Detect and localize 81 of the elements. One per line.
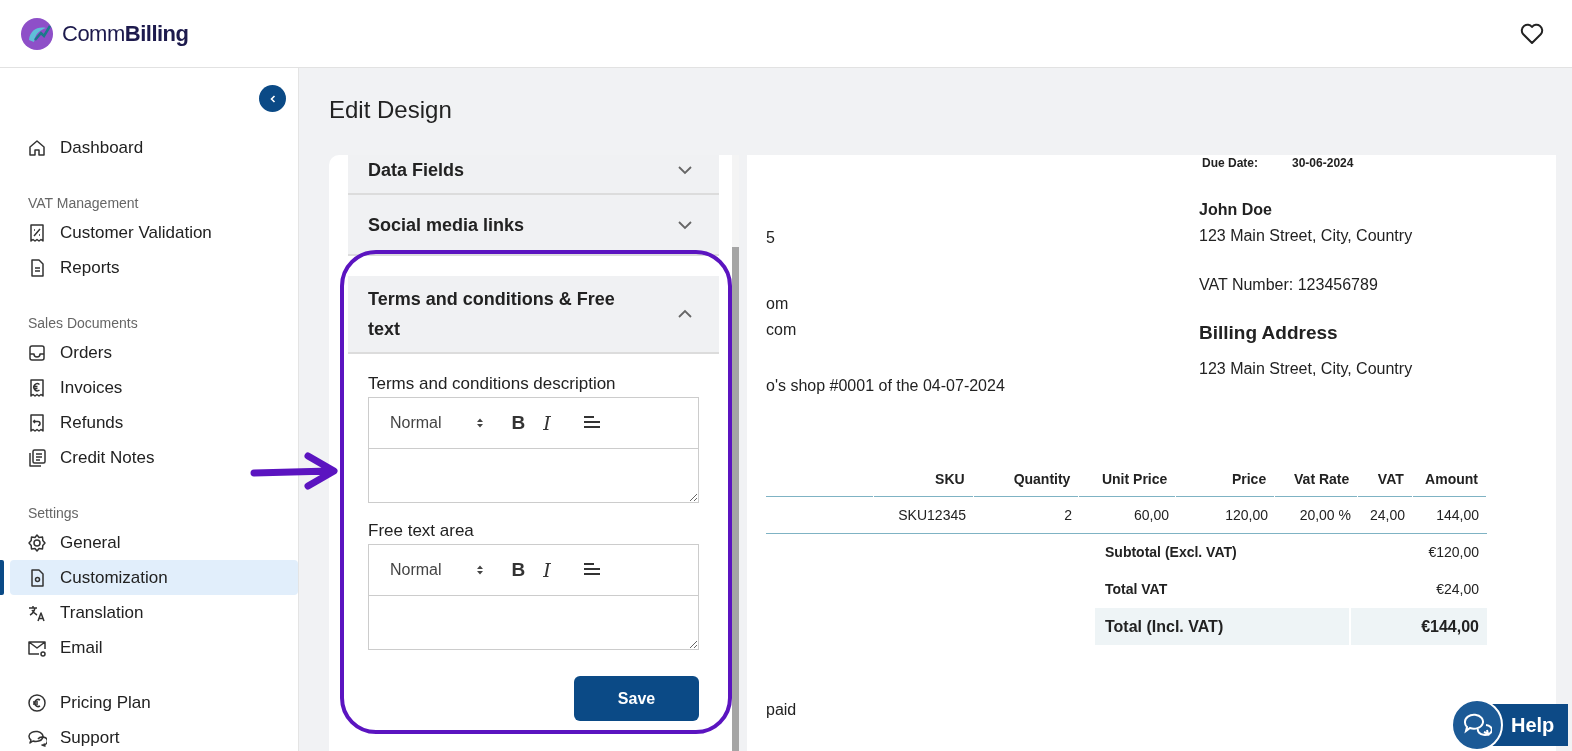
column-header: Vat Rate [1294, 471, 1350, 487]
due-date-value: 30-06-2024 [1292, 155, 1354, 171]
table-cell: 120,00 [1225, 507, 1268, 523]
nav-item[interactable]: Reports [10, 250, 298, 285]
nav-item[interactable]: Invoices [10, 370, 298, 405]
section-heading: VAT Management [27, 194, 140, 213]
heart-icon[interactable] [1520, 22, 1544, 45]
nav-item[interactable]: Dashboard [10, 130, 298, 165]
total-value: €120,00 [1427, 543, 1480, 562]
format-dropdown[interactable]: Normal [390, 561, 484, 579]
total-value: €144,00 [1351, 608, 1487, 645]
italic-button[interactable]: I [543, 412, 551, 434]
total-value: €24,00 [1435, 580, 1480, 599]
table-cell: 60,00 [1133, 507, 1169, 523]
page-title: Edit Design [329, 96, 453, 124]
bold-button[interactable]: B [511, 559, 526, 581]
section-heading: Settings [27, 504, 80, 523]
inbox-icon [27, 342, 47, 363]
column-header: Quantity [1013, 471, 1071, 487]
text-fragment: o's shop #0001 of the 04-07-2024 [766, 376, 1006, 396]
customer-address: 123 Main Street, City, Country [1199, 226, 1413, 246]
field-label: Terms and conditions description [368, 374, 617, 394]
column-header: Amount [1425, 471, 1478, 487]
chevron-icon [677, 309, 693, 319]
save-button[interactable]: Save [574, 676, 699, 721]
italic-button[interactable]: I [543, 559, 551, 581]
receipt-percent-icon [27, 222, 47, 243]
home-icon [27, 137, 47, 158]
accordion-header[interactable]: Social media links [348, 195, 719, 256]
text-fragment: om [766, 294, 790, 314]
table-cell: 24,00 [1369, 507, 1405, 523]
nav-item[interactable]: Support [10, 720, 298, 751]
nav-item[interactable]: Customization [10, 560, 298, 595]
nav-item[interactable]: Pricing Plan [10, 685, 298, 720]
logo-icon [20, 15, 54, 52]
customer-name: John Doe [1199, 200, 1273, 220]
column-header: Price [1231, 471, 1267, 487]
column-header: Unit Price [1101, 471, 1168, 487]
chevron-icon [677, 219, 693, 230]
column-header: VAT [1377, 471, 1404, 487]
column-header: SKU [935, 471, 965, 487]
nav-item[interactable]: Email [10, 630, 298, 665]
due-date-label: Due Date: [1202, 155, 1258, 171]
receipt-return-icon [27, 412, 47, 433]
table-cell: 2 [1064, 507, 1072, 523]
nav-item[interactable]: Refunds [10, 405, 298, 440]
accordion-header[interactable]: Data Fields [348, 155, 719, 195]
accordion-header[interactable]: Terms and conditions & Free text [348, 276, 719, 354]
scrollbar[interactable] [732, 155, 739, 751]
vat-number: VAT Number: 123456789 [1199, 275, 1379, 295]
chat-icon [1462, 712, 1492, 738]
text-fragment: com [766, 320, 798, 340]
active-indicator [0, 560, 4, 595]
billing-address: 123 Main Street, City, Country [1199, 359, 1413, 379]
nav-item[interactable]: Credit Notes [10, 440, 298, 475]
nav-item[interactable]: General [10, 525, 298, 560]
text-fragment: 5 [766, 228, 776, 248]
nav-item[interactable]: Translation [10, 595, 298, 630]
section-heading: Sales Documents [27, 314, 139, 333]
stack-icon [27, 447, 47, 468]
text-fragment: paid [766, 700, 798, 720]
nav-item[interactable]: Customer Validation [10, 215, 298, 250]
nav-item[interactable]: Orders [10, 335, 298, 370]
table-cell: 20,00 % [1299, 507, 1351, 523]
sort-arrows-icon [475, 564, 484, 576]
euro-circle-icon [27, 692, 47, 713]
table-cell: 144,00 [1436, 507, 1479, 523]
collapse-button[interactable] [259, 85, 286, 112]
total-label: Total (Incl. VAT) [1095, 608, 1349, 645]
logo-text: CommBilling [62, 20, 189, 47]
format-dropdown[interactable]: Normal [390, 414, 484, 432]
gear-icon [27, 532, 47, 553]
receipt-euro-icon [27, 377, 47, 398]
billing-heading: Billing Address [1199, 321, 1339, 345]
chevron-icon [677, 165, 693, 175]
sort-arrows-icon [475, 417, 484, 429]
total-label: Total VAT [1104, 580, 1169, 599]
bold-button[interactable]: B [511, 412, 526, 434]
table-cell: SKU12345 [898, 507, 966, 523]
total-label: Subtotal (Excl. VAT) [1104, 543, 1238, 562]
field-label: Free text area [368, 521, 475, 541]
